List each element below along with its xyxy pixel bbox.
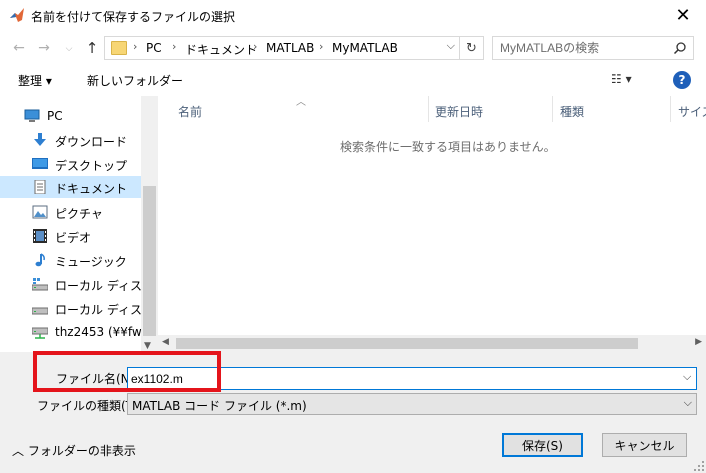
cancel-button-label: キャンセル <box>614 438 675 453</box>
hide-folders-label: フォルダーの非表示 <box>27 444 136 458</box>
nav-item-label: ローカル ディスク (C <box>55 279 141 293</box>
chevron-up-icon: ︿ <box>12 444 25 458</box>
horizontal-scrollbar[interactable]: ◀ ▶ <box>158 335 706 352</box>
column-divider[interactable] <box>670 96 671 122</box>
column-header-type[interactable]: 種類 <box>560 96 584 122</box>
chevron-down-icon[interactable]: ⌵ <box>683 370 691 384</box>
empty-message: 検索条件に一致する項目はありません。 <box>340 140 556 154</box>
nav-item-desktop[interactable]: デスクトップ <box>0 153 141 175</box>
column-header-modified[interactable]: 更新日時 <box>435 96 483 122</box>
chevron-left-icon[interactable]: ◀ <box>162 337 169 347</box>
download-icon <box>34 133 46 146</box>
nav-item-local-disk-c[interactable]: ローカル ディスク (C <box>0 273 141 295</box>
arrow-up-icon: ↑ <box>85 39 99 57</box>
horizontal-scrollbar-thumb[interactable] <box>176 338 638 349</box>
new-folder-button[interactable]: 新しいフォルダー <box>87 72 183 89</box>
save-button-label: 保存(S) <box>522 438 563 453</box>
nav-item-music[interactable]: ミュージック <box>0 249 141 271</box>
drive-icon <box>32 278 48 291</box>
nav-item-local-disk-e[interactable]: ローカル ディスク (E <box>0 297 141 319</box>
nav-item-documents[interactable]: ドキュメント <box>0 176 141 198</box>
videos-icon <box>33 229 47 243</box>
resize-grip-icon[interactable] <box>694 461 704 471</box>
nav-item-label: ダウンロード <box>55 135 128 149</box>
file-list: ︿ 名前 更新日時 種類 サイズ 検索条件に一致する項目はありません。 ◀ ▶ <box>158 96 706 352</box>
highlight-annotation <box>33 351 221 392</box>
address-row: ← → ⌵ ↑ › PC › ドキュメント › MATLAB › MyMATLA… <box>0 31 706 65</box>
chevron-right-icon: › <box>172 40 177 53</box>
pc-icon <box>24 109 40 122</box>
arrow-left-icon: ← <box>13 40 25 56</box>
arrow-right-icon: → <box>38 40 50 56</box>
nav-item-pictures[interactable]: ピクチャ <box>0 201 141 223</box>
nav-item-label: ローカル ディスク (E <box>55 303 141 317</box>
chevron-down-icon[interactable]: ⌵ <box>447 39 455 53</box>
network-drive-icon <box>32 327 48 339</box>
search-icon[interactable] <box>673 41 687 55</box>
chevron-down-icon: ⌵ <box>683 396 692 409</box>
nav-item-label: thz2453 (¥¥fwa0 <box>55 325 141 339</box>
up-button[interactable]: ↑ <box>83 39 101 57</box>
nav-item-label: デスクトップ <box>55 159 128 173</box>
chevron-right-icon: › <box>253 40 258 53</box>
folder-icon <box>111 41 127 55</box>
column-divider[interactable] <box>428 96 429 122</box>
nav-item-label: ピクチャ <box>55 207 103 221</box>
desktop-icon <box>32 158 48 169</box>
breadcrumb-matlab[interactable]: MATLAB <box>266 41 314 55</box>
back-button[interactable]: ← <box>10 39 28 57</box>
organize-button[interactable]: 整理 ▾ <box>18 72 52 89</box>
nav-item-pc[interactable]: PC <box>0 105 141 127</box>
refresh-button[interactable]: ↻ <box>460 36 484 60</box>
breadcrumb-pc[interactable]: PC <box>146 41 162 55</box>
chevron-right-icon: › <box>133 40 138 53</box>
nav-item-downloads[interactable]: ダウンロード <box>0 129 141 151</box>
search-input[interactable] <box>493 37 671 59</box>
matlab-icon <box>10 8 24 22</box>
column-divider[interactable] <box>552 96 553 122</box>
filetype-value: MATLAB コード ファイル (*.m) <box>132 399 307 413</box>
save-form: ファイル名(N): ⌵ ファイルの種類(T): MATLAB コード ファイル … <box>0 351 706 473</box>
hide-folders-button[interactable]: ︿ フォルダーの非表示 <box>12 442 136 459</box>
navigation-pane: PC ダウンロード デスクトップ ドキュメント ピクチャ ビデオ ミュージック … <box>0 96 158 352</box>
nav-scrollbar[interactable]: ▼ <box>141 96 158 352</box>
cancel-button[interactable]: キャンセル <box>602 433 687 457</box>
nav-item-label: ビデオ <box>55 231 92 245</box>
nav-item-label: ミュージック <box>55 255 127 269</box>
title-bar: 名前を付けて保存するファイルの選択 ✕ <box>0 0 706 31</box>
breadcrumb-mymatlab[interactable]: MyMATLAB <box>332 41 398 55</box>
help-button[interactable]: ? <box>673 71 691 89</box>
sort-ascending-icon: ︿ <box>296 97 306 108</box>
nav-item-videos[interactable]: ビデオ <box>0 225 141 247</box>
filetype-select[interactable]: MATLAB コード ファイル (*.m) ⌵ <box>127 393 697 415</box>
search-box[interactable] <box>492 36 694 60</box>
nav-item-label: PC <box>47 109 63 123</box>
close-icon: ✕ <box>675 5 691 26</box>
refresh-icon: ↻ <box>466 40 477 56</box>
save-button[interactable]: 保存(S) <box>502 433 583 457</box>
chevron-right-icon[interactable]: ▶ <box>695 337 702 347</box>
help-icon: ? <box>678 73 686 87</box>
chevron-down-icon[interactable]: ▼ <box>144 341 151 351</box>
command-toolbar: 整理 ▾ 新しいフォルダー ☷ ▾ ? <box>0 65 706 96</box>
breadcrumb-documents[interactable]: ドキュメント <box>185 41 257 58</box>
nav-item-label: ドキュメント <box>55 182 128 196</box>
chevron-down-icon: ⌵ <box>65 44 73 54</box>
recent-locations-button[interactable]: ⌵ <box>60 40 78 58</box>
chevron-right-icon: › <box>319 40 324 53</box>
drive-icon <box>32 307 48 315</box>
close-button[interactable]: ✕ <box>660 0 706 31</box>
view-options-button[interactable]: ☷ ▾ <box>611 72 632 86</box>
nav-item-network-drive[interactable]: thz2453 (¥¥fwa0 <box>0 321 141 343</box>
forward-button[interactable]: → <box>35 39 53 57</box>
column-header-name[interactable]: 名前 <box>178 96 202 122</box>
column-header-size[interactable]: サイズ <box>678 96 706 122</box>
nav-scrollbar-thumb[interactable] <box>143 186 156 336</box>
documents-icon <box>34 180 46 194</box>
address-bar[interactable]: › PC › ドキュメント › MATLAB › MyMATLAB ⌵ <box>104 36 460 60</box>
pictures-icon <box>32 205 48 219</box>
music-icon <box>35 253 45 267</box>
window-title: 名前を付けて保存するファイルの選択 <box>31 10 236 24</box>
